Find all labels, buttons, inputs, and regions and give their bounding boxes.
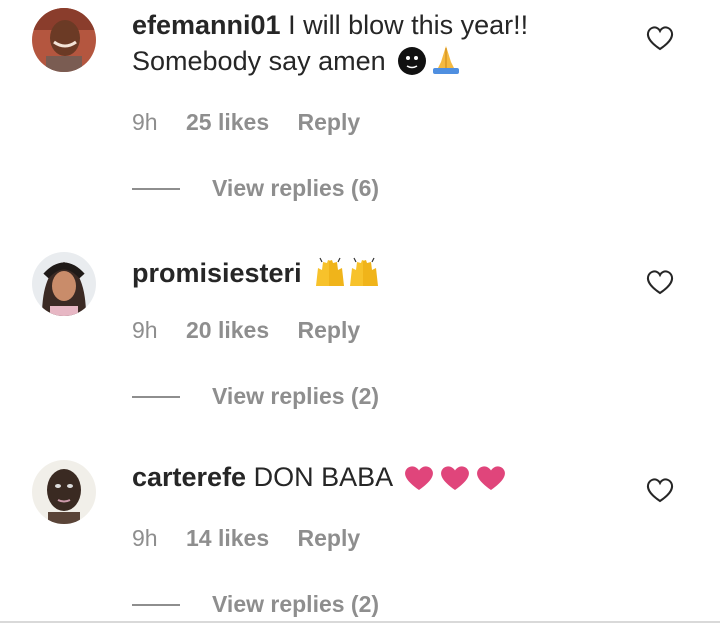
username[interactable]: efemanni01 xyxy=(132,10,281,40)
avatar[interactable] xyxy=(32,252,96,316)
like-heart-icon[interactable] xyxy=(646,25,674,51)
timestamp: 9h xyxy=(132,317,158,343)
comment-item: carterefe DON BABA 9h 14 likes Reply Vie… xyxy=(0,416,720,624)
reply-button[interactable]: Reply xyxy=(298,523,361,553)
pink-heart-emoji xyxy=(439,464,471,501)
timestamp: 9h xyxy=(132,109,158,135)
pink-heart-emoji xyxy=(475,464,507,501)
like-heart-icon[interactable] xyxy=(646,477,674,503)
raising-hands-emoji xyxy=(347,256,381,297)
comment-text: efemanni01 I will blow this year!! Someb… xyxy=(132,7,630,85)
replies-divider xyxy=(132,188,180,190)
avatar[interactable] xyxy=(32,8,96,72)
face-emoji xyxy=(397,46,427,85)
view-replies-button[interactable]: View replies (2) xyxy=(212,589,379,619)
reply-button[interactable]: Reply xyxy=(298,107,361,137)
comment-meta: 9h 25 likes Reply xyxy=(132,107,360,137)
likes-count[interactable]: 14 likes xyxy=(186,523,269,553)
like-heart-icon[interactable] xyxy=(646,269,674,295)
comment-meta: 9h 14 likes Reply xyxy=(132,523,360,553)
comment-text: carterefe DON BABA xyxy=(132,459,630,501)
view-replies-button[interactable]: View replies (2) xyxy=(212,381,379,411)
comment-body-line2: Somebody say amen xyxy=(132,46,386,76)
replies-divider xyxy=(132,396,180,398)
likes-count[interactable]: 25 likes xyxy=(186,107,269,137)
likes-count[interactable]: 20 likes xyxy=(186,315,269,345)
comment-body: I will blow this year!! xyxy=(288,10,529,40)
folded-hands-emoji xyxy=(429,44,463,85)
raising-hands-emoji xyxy=(313,256,347,297)
comment-text: promisiesteri xyxy=(132,255,630,297)
comment-meta: 9h 20 likes Reply xyxy=(132,315,360,345)
comment-item: promisiesteri 9h 20 likes Reply View rep… xyxy=(0,208,720,416)
comment-body: DON BABA xyxy=(253,462,392,492)
comment-item: efemanni01 I will blow this year!! Someb… xyxy=(0,0,720,208)
pink-heart-emoji xyxy=(403,464,435,501)
username[interactable]: carterefe xyxy=(132,462,246,492)
reply-button[interactable]: Reply xyxy=(298,315,361,345)
avatar[interactable] xyxy=(32,460,96,524)
view-replies-button[interactable]: View replies (6) xyxy=(212,173,379,203)
username[interactable]: promisiesteri xyxy=(132,258,302,288)
timestamp: 9h xyxy=(132,525,158,551)
replies-divider xyxy=(132,604,180,606)
